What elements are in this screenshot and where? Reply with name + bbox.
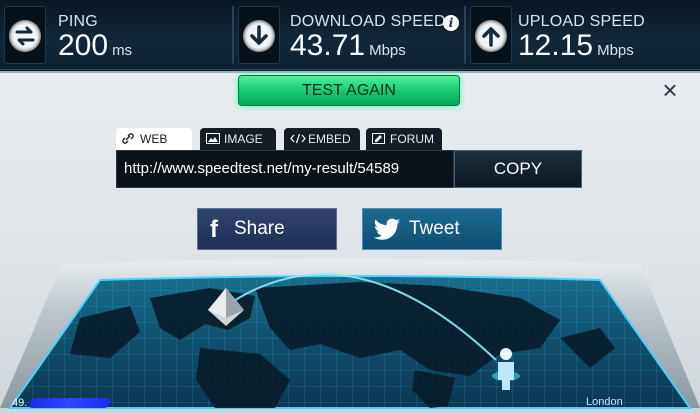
divider bbox=[232, 6, 234, 64]
download-icon bbox=[238, 6, 280, 64]
world-map bbox=[0, 259, 700, 409]
ip-address: 49. bbox=[12, 397, 28, 409]
server-location: London bbox=[586, 396, 623, 408]
result-url-field[interactable]: http://www.speedtest.net/my-result/54589 bbox=[116, 150, 454, 188]
tab-web[interactable]: WEB bbox=[116, 128, 192, 150]
embed-icon bbox=[290, 129, 306, 144]
twitter-icon bbox=[373, 218, 400, 240]
info-icon[interactable]: i bbox=[443, 15, 459, 31]
download-stat: DOWNLOAD SPEED i 43.71 Mbps bbox=[238, 0, 464, 70]
facebook-share-button[interactable]: f Share bbox=[197, 208, 337, 250]
image-icon bbox=[206, 129, 220, 144]
upload-value: 12.15 Mbps bbox=[518, 29, 634, 62]
facebook-icon: f bbox=[210, 216, 218, 243]
close-icon[interactable]: × bbox=[658, 77, 682, 103]
tab-forum[interactable]: FORUM bbox=[366, 128, 442, 150]
redacted-ip bbox=[28, 398, 112, 408]
ping-icon bbox=[4, 6, 46, 64]
stats-bar: PING 200 ms DOWNLOAD SPEED i 43.71 Mbps UP… bbox=[0, 0, 700, 70]
divider bbox=[464, 6, 466, 64]
ping-value: 200 ms bbox=[58, 29, 133, 62]
upload-stat: UPLOAD SPEED 12.15 Mbps bbox=[470, 0, 696, 70]
ping-stat: PING 200 ms bbox=[4, 0, 230, 70]
test-again-button[interactable]: TEST AGAIN bbox=[238, 75, 460, 106]
twitter-tweet-button[interactable]: Tweet bbox=[362, 208, 502, 250]
tab-embed[interactable]: EMBED bbox=[284, 128, 360, 150]
download-value: 43.71 Mbps bbox=[290, 29, 406, 62]
panel-edge bbox=[0, 71, 700, 73]
forum-icon bbox=[372, 129, 386, 144]
copy-button[interactable]: COPY bbox=[454, 150, 582, 188]
tab-image[interactable]: IMAGE bbox=[200, 128, 276, 150]
link-icon bbox=[122, 129, 136, 144]
upload-icon bbox=[470, 6, 512, 64]
